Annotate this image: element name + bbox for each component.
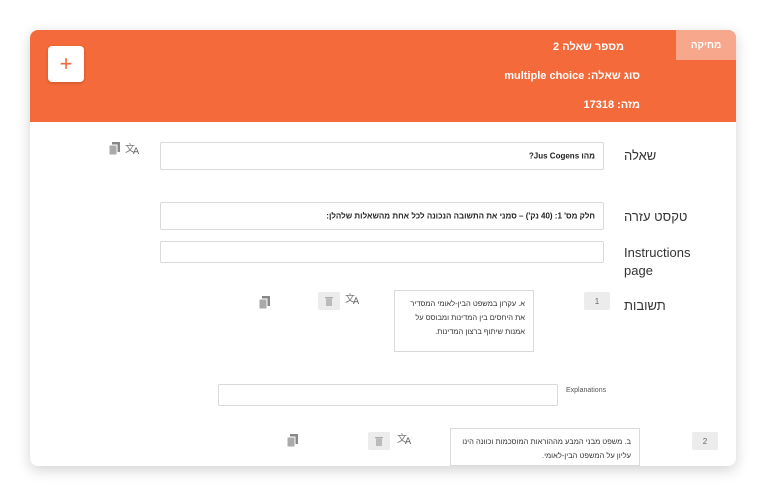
question-input[interactable]: מהו Jus Cogens? (160, 142, 604, 170)
help-text-input[interactable]: חלק מס' 1: (40 נק') – סמני את התשובה הנכ… (160, 202, 604, 230)
copy-icon[interactable] (106, 140, 122, 156)
answer-text-input[interactable]: א. עקרון במשפט הבין-לאומי המסדיר את היחס… (394, 290, 534, 352)
copy-icon[interactable] (256, 294, 272, 310)
trash-icon[interactable] (368, 432, 390, 450)
copy-icon[interactable] (284, 432, 300, 448)
question-card: מחיקה מספר שאלה 2 סוג שאלה: multiple cho… (30, 30, 736, 466)
instructions-input[interactable] (160, 241, 604, 263)
help-text-label: טקסט עזרה (624, 209, 688, 224)
answer-text-input[interactable]: ב. משפט מבני המבע מההוראות המוסכמות וכוו… (450, 428, 640, 466)
explanations-input[interactable] (218, 384, 558, 406)
answer-number: 2 (692, 432, 718, 450)
explanations-label: Explanations (566, 387, 607, 394)
answer-number: 1 (584, 292, 610, 310)
translate-icon[interactable]: 文A (344, 290, 362, 306)
question-id: מזה: 17318 (583, 99, 640, 111)
question-label: שאלה (624, 148, 657, 163)
question-header: מחיקה מספר שאלה 2 סוג שאלה: multiple cho… (30, 30, 736, 122)
instructions-label: Instructions page (624, 245, 691, 278)
question-type: סוג שאלה: multiple choice (504, 70, 640, 82)
answers-label: תשובות (624, 298, 666, 313)
question-input-value: מהו Jus Cogens? (528, 151, 595, 161)
add-button[interactable]: + (48, 46, 84, 82)
svg-text:A: A (133, 147, 140, 155)
translate-icon[interactable]: 文A (124, 140, 142, 156)
trash-icon[interactable] (318, 292, 340, 310)
help-text-input-value: חלק מס' 1: (40 נק') – סמני את התשובה הנכ… (326, 211, 595, 221)
question-number: מספר שאלה 2 (553, 41, 624, 53)
translate-icon[interactable]: 文A (396, 430, 414, 446)
svg-text:A: A (353, 297, 360, 305)
delete-button[interactable]: מחיקה (676, 30, 736, 60)
svg-text:A: A (405, 437, 412, 445)
